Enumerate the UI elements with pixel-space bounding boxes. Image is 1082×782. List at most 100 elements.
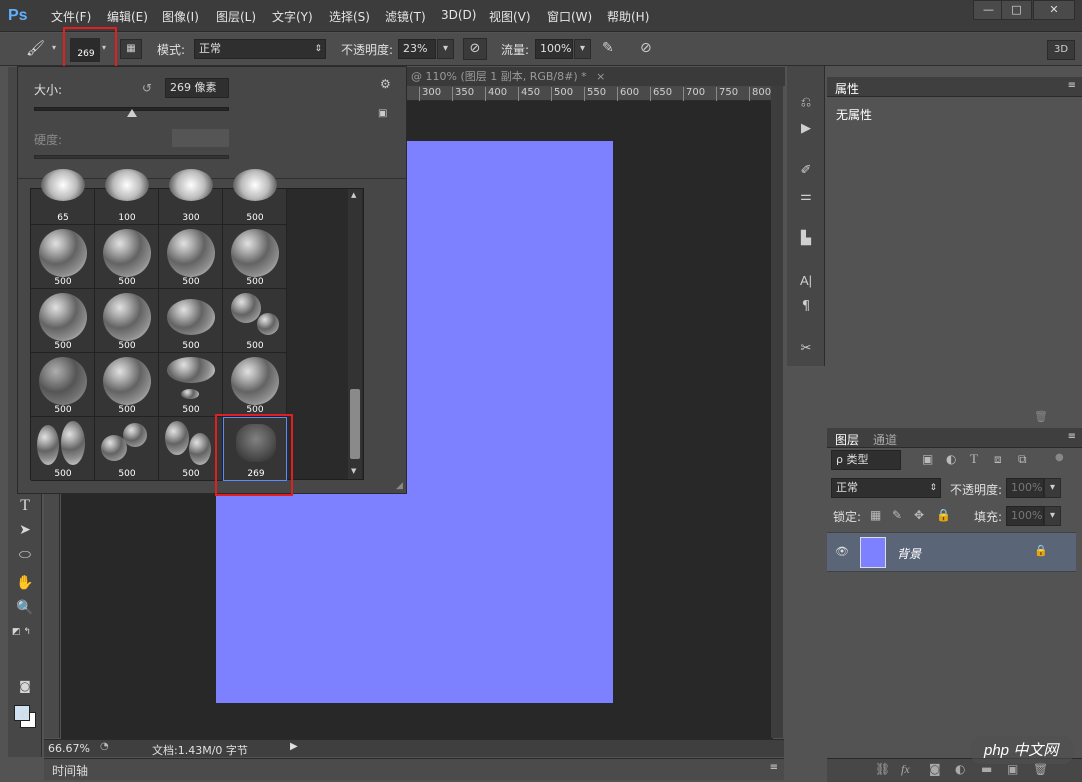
tool-presets-icon[interactable]: ✂ [793, 338, 819, 360]
adjustment-layer-icon[interactable]: ◐ [955, 762, 965, 776]
timeline-tab[interactable]: 时间轴 [52, 762, 88, 779]
quick-mask-icon[interactable]: ◙ [12, 675, 38, 697]
menu-help[interactable]: 帮助(H) [607, 8, 649, 25]
brush-panel-icon[interactable]: ✐ [793, 160, 819, 182]
filter-adjustment-icon[interactable]: ◐ [946, 452, 956, 466]
scroll-down-icon[interactable]: ▼ [351, 467, 356, 475]
visibility-eye-icon[interactable]: 👁 [835, 545, 849, 558]
history-icon[interactable]: ⎌ [793, 92, 819, 114]
menu-type[interactable]: 文字(Y) [272, 8, 313, 25]
brush-panel-toggle-icon[interactable]: ▦ [120, 39, 142, 59]
brush-preset[interactable]: 500 [223, 225, 287, 289]
menu-layer[interactable]: 图层(L) [216, 8, 256, 25]
panel-menu-icon[interactable]: ≡ [770, 762, 778, 773]
clone-source-icon[interactable]: ▙ [793, 228, 819, 250]
menu-view[interactable]: 视图(V) [489, 8, 531, 25]
ellipse-tool-icon[interactable]: ⬭ [12, 544, 38, 566]
brush-preset[interactable]: 500 [31, 353, 95, 417]
default-colors-icon[interactable]: ◩ ↰ [12, 621, 38, 643]
scroll-thumb[interactable] [350, 389, 360, 459]
filter-toggle-icon[interactable]: ● [1055, 452, 1064, 463]
hand-tool-icon[interactable]: ✋ [12, 572, 38, 594]
menu-window[interactable]: 窗口(W) [547, 8, 592, 25]
link-layers-icon[interactable]: ⛓ [875, 762, 890, 776]
path-select-tool-icon[interactable]: ➤ [12, 519, 38, 541]
layer-style-icon[interactable]: fx [901, 762, 910, 777]
character-panel-icon[interactable]: A| [793, 270, 819, 292]
new-preset-icon[interactable]: ▣ [378, 108, 387, 119]
close-tab-icon[interactable]: × [596, 70, 605, 83]
brush-preset[interactable]: 500 [159, 289, 223, 353]
brush-preset[interactable]: 500 [223, 289, 287, 353]
lock-position-icon[interactable]: ✥ [914, 508, 924, 522]
scroll-up-icon[interactable]: ▲ [351, 191, 356, 199]
size-field[interactable]: 269 像素 [165, 78, 229, 98]
filter-smartobject-icon[interactable]: ⧉ [1018, 452, 1027, 467]
filter-shape-icon[interactable]: ⧈ [994, 452, 1002, 467]
filter-pixel-icon[interactable]: ▣ [922, 452, 933, 466]
properties-tab[interactable]: 属性 [835, 80, 859, 97]
menu-filter[interactable]: 滤镜(T) [385, 8, 426, 25]
menu-image[interactable]: 图像(I) [162, 8, 199, 25]
layer-filter-select[interactable]: ρ 类型 [831, 450, 901, 470]
layer-row[interactable]: 👁 背景 🔒 [827, 532, 1076, 572]
menu-edit[interactable]: 编辑(E) [107, 8, 148, 25]
brush-preset[interactable]: 500 [159, 225, 223, 289]
zoom-readout[interactable]: 66.67% [48, 742, 90, 755]
menu-select[interactable]: 选择(S) [329, 8, 370, 25]
status-menu-icon[interactable]: ◔ [100, 741, 109, 752]
opacity-field[interactable]: 23% [398, 39, 436, 59]
brush-preset[interactable]: 500 [95, 353, 159, 417]
brush-tool-icon[interactable]: 🖌 [26, 39, 45, 57]
tablet-pressure-size-icon[interactable]: ⊘ [640, 40, 652, 56]
document-tab[interactable]: @ 110% (图层 1 副本, RGB/8#) * × [407, 67, 785, 86]
layer-opacity-dropdown[interactable]: ▾ [1044, 478, 1061, 498]
status-arrow-icon[interactable]: ▶ [290, 741, 298, 752]
tablet-pressure-opacity-icon[interactable]: ⊘ [463, 38, 487, 60]
new-layer-icon[interactable]: ▣ [1007, 762, 1018, 776]
settings-gear-icon[interactable]: ⚙ [380, 77, 391, 91]
new-group-icon[interactable]: ▬ [981, 762, 992, 776]
reset-size-icon[interactable]: ↺ [142, 81, 152, 95]
blend-mode-select[interactable]: 正常 ⇕ [831, 478, 941, 498]
brush-preset[interactable]: 100 [95, 169, 159, 225]
trash-icon[interactable]: 🗑 [1034, 410, 1048, 423]
add-mask-icon[interactable]: ◙ [929, 762, 941, 776]
brush-grid-scrollbar[interactable]: ▲ ▼ [348, 189, 362, 479]
mode-select[interactable]: 正常 ⇕ [194, 39, 326, 59]
canvas-vertical-scrollbar[interactable] [771, 86, 783, 738]
actions-play-icon[interactable]: ▶ [793, 118, 819, 140]
zoom-tool-icon[interactable]: 🔍 [12, 597, 38, 619]
lock-pixels-icon[interactable]: ✎ [892, 508, 902, 522]
size-slider-thumb[interactable] [126, 109, 137, 117]
menu-file[interactable]: 文件(F) [51, 8, 91, 25]
resize-grip-icon[interactable]: ◢ [396, 481, 403, 491]
brush-preset[interactable]: 500 [159, 353, 223, 417]
brush-preset[interactable]: 500 [31, 225, 95, 289]
screen-mode-icon[interactable]: ⧉ [12, 703, 38, 725]
panel-menu-icon[interactable]: ≡ [1068, 80, 1076, 91]
brush-preset[interactable]: 65 [31, 169, 95, 225]
brush-preset[interactable]: 300 [159, 169, 223, 225]
brush-presets-icon[interactable]: ⚌ [793, 186, 819, 208]
brush-preset[interactable]: 500 [95, 289, 159, 353]
3d-mode-button[interactable]: 3D [1047, 40, 1075, 60]
layer-opacity-field[interactable]: 100% [1006, 478, 1044, 498]
airbrush-icon[interactable]: ✎ [602, 40, 614, 56]
lock-transparency-icon[interactable]: ▦ [870, 508, 881, 522]
brush-preset[interactable]: 500 [95, 417, 159, 481]
layer-name[interactable]: 背景 [897, 545, 921, 562]
close-button[interactable]: ✕ [1033, 0, 1075, 20]
fill-field[interactable]: 100% [1006, 506, 1044, 526]
chevron-down-icon[interactable]: ▾ [52, 43, 56, 52]
filter-type-icon[interactable]: T [970, 451, 978, 467]
flow-dropdown-button[interactable]: ▾ [574, 39, 591, 59]
delete-layer-icon[interactable]: 🗑 [1033, 762, 1048, 776]
layers-tab[interactable]: 图层 [835, 431, 859, 448]
restore-button[interactable]: □ [1001, 0, 1032, 20]
brush-preset[interactable]: 500 [31, 417, 95, 481]
panel-menu-icon[interactable]: ≡ [1068, 431, 1076, 442]
paragraph-panel-icon[interactable]: ¶ [793, 296, 819, 318]
brush-preset[interactable]: 500 [95, 225, 159, 289]
opacity-dropdown-button[interactable]: ▾ [437, 39, 454, 59]
